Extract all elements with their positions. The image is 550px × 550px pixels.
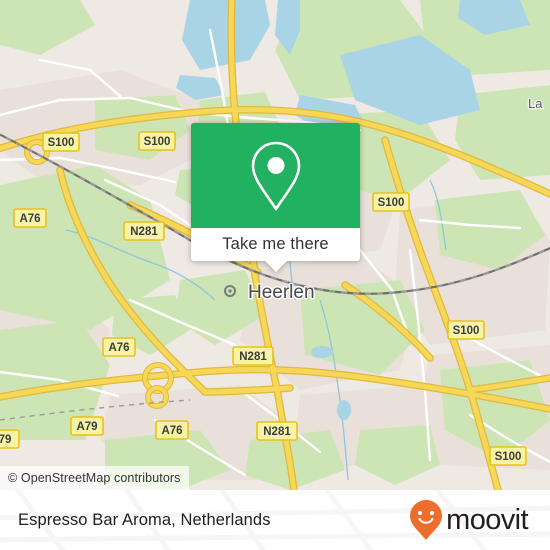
road-shield-label: A76 — [19, 213, 40, 225]
road-shield-3: N281 — [123, 221, 165, 241]
road-shield-11: 79 — [0, 429, 20, 449]
road-shield-5: A76 — [102, 337, 136, 357]
road-shield-label: S100 — [144, 136, 171, 148]
road-shield-6: N281 — [232, 346, 274, 366]
footer-bar: Espresso Bar Aroma, Netherlands moovit — [0, 490, 550, 550]
road-shield-label: S100 — [453, 325, 480, 337]
road-shield-2: A76 — [13, 208, 47, 228]
take-me-there-button[interactable]: Take me there — [191, 228, 360, 272]
road-shield-label: N281 — [239, 351, 267, 363]
road-shield-label: N281 — [130, 226, 158, 238]
road-shield-label: 79 — [0, 434, 11, 446]
map-label-heerlen: Heerlen — [248, 282, 315, 303]
osm-attribution: © OpenStreetMap contributors — [0, 466, 189, 490]
map-screenshot: Heerlen La S100 S100 A76 N281 S100 A76 N… — [0, 0, 550, 550]
road-shield-label: N281 — [263, 426, 291, 438]
map-label-la: La — [528, 96, 543, 111]
moovit-pin-icon — [410, 500, 443, 540]
road-shield-label: S100 — [378, 197, 405, 209]
road-shield-label: A79 — [76, 421, 97, 433]
take-me-there-callout[interactable]: Take me there — [191, 123, 360, 272]
road-shield-8: A79 — [70, 416, 104, 436]
road-shield-7: S100 — [447, 320, 485, 340]
place-title: Espresso Bar Aroma, Netherlands — [18, 510, 271, 529]
road-shield-1: S100 — [138, 131, 176, 151]
take-me-there-label: Take me there — [222, 235, 329, 254]
road-shield-label: S100 — [48, 137, 75, 149]
map-pin-icon — [251, 141, 300, 210]
road-shield-label: A76 — [108, 342, 129, 354]
road-shield-label: S100 — [495, 451, 522, 463]
moovit-wordmark: moovit — [446, 503, 528, 536]
road-shield-label: A76 — [161, 425, 182, 437]
callout-icon-panel — [191, 123, 360, 228]
moovit-logo: moovit — [409, 499, 529, 541]
road-shield-4: S100 — [372, 192, 410, 212]
road-shield-9: A76 — [155, 420, 189, 440]
callout-pointer-tail — [263, 260, 288, 272]
road-shield-10: N281 — [256, 421, 298, 441]
road-shield-12: S100 — [489, 446, 527, 466]
road-shield-0: S100 — [42, 132, 80, 152]
